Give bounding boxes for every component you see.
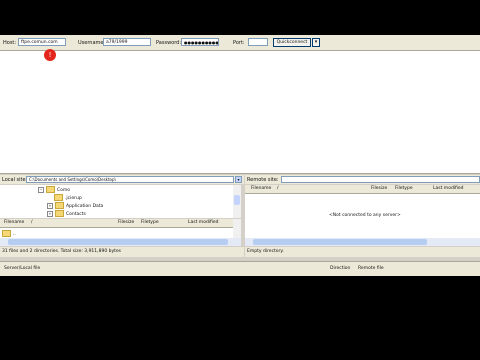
tree-expander-icon[interactable]: − [38,186,44,193]
message-log [0,51,480,174]
port-label: Port: [233,40,245,46]
local-file-header: Filename / Filesize Filetype Last modifi… [0,219,233,228]
remote-file-header: Filename / Filesize Filetype Last modifi… [245,185,480,194]
list-item[interactable]: .. [2,230,16,237]
tree-node[interactable]: .jcierup [54,194,82,201]
scroll-thumb[interactable] [253,239,427,245]
local-path-input[interactable]: C:\Documents and Settings\Como\Desktop\ [26,176,234,183]
quickconnect-button[interactable]: Quickconnect [273,38,311,47]
quickconnect-dropdown-icon[interactable]: ▾ [312,38,320,47]
local-tree-scrollbar[interactable] [233,185,241,218]
remote-file-list: <Not connected to any server> [245,194,480,238]
column-filetype[interactable]: Filetype [141,219,159,227]
scroll-thumb[interactable] [8,239,228,245]
port-input[interactable] [248,38,268,46]
scroll-thumb[interactable] [234,195,240,205]
tree-node[interactable]: + Contacts [47,210,86,217]
column-last-modified[interactable]: Last modified [433,185,464,193]
remote-list-hscrollbar[interactable] [245,238,480,246]
not-connected-message: <Not connected to any server> [329,213,401,218]
username-label: Username: [78,40,106,46]
local-site-label: Local site: [2,177,28,183]
column-filetype[interactable]: Filetype [395,185,413,193]
column-filesize[interactable]: Filesize [118,219,134,227]
local-directory-tree: − Como .jcierup + Application Data + Contac… [0,185,233,218]
remote-site-bar: Remote site: [245,175,480,184]
host-input[interactable]: ftpe.comun.com [18,38,66,46]
remote-status: Empty directory. [245,247,480,257]
column-filename[interactable]: Filename [4,219,24,227]
folder-icon [55,210,64,217]
column-filesize[interactable]: Filesize [371,185,387,193]
tree-node[interactable]: + Application Data [47,202,103,209]
host-label: Host: [3,40,17,46]
column-remote-file[interactable]: Remote file [358,266,384,271]
local-list-hscrollbar[interactable] [0,238,241,246]
password-input[interactable]: ●●●●●●●●●● [181,38,219,46]
local-list-scrollbar[interactable] [233,219,241,238]
annotation-marker: ! [44,49,56,61]
column-server-local-file[interactable]: Server/Local file [4,266,40,271]
transfer-queue-header: Server/Local file Direction Remote file [0,261,480,276]
column-filename[interactable]: Filename [251,185,271,193]
local-site-bar: Local site: C:\Documents and Settings\Co… [0,175,244,184]
quickconnect-bar: Host: ftpe.comun.com Username: a79/1999 … [0,35,480,51]
username-input[interactable]: a79/1999 [103,38,151,46]
tree-expander-icon[interactable]: + [47,210,53,217]
tree-node[interactable]: − Como [38,186,70,193]
column-direction[interactable]: Direction [330,266,350,271]
local-file-list: .. [0,228,233,238]
folder-icon [55,202,64,209]
folder-icon [46,186,55,193]
folder-icon [2,230,11,237]
remote-site-label: Remote site: [247,177,279,183]
tree-expander-icon[interactable]: + [47,202,53,209]
folder-icon [54,194,63,201]
local-path-dropdown-icon[interactable]: ▾ [235,176,242,183]
local-status: 31 files and 2 directories. Total size: … [0,247,244,257]
sort-icon: / [31,220,33,225]
column-last-modified[interactable]: Last modified [188,219,219,227]
filezilla-window: Host: ftpe.comun.com Username: a79/1999 … [0,35,480,276]
remote-path-input[interactable] [281,176,480,183]
sort-icon: / [277,186,279,191]
password-label: Password: [156,40,182,46]
